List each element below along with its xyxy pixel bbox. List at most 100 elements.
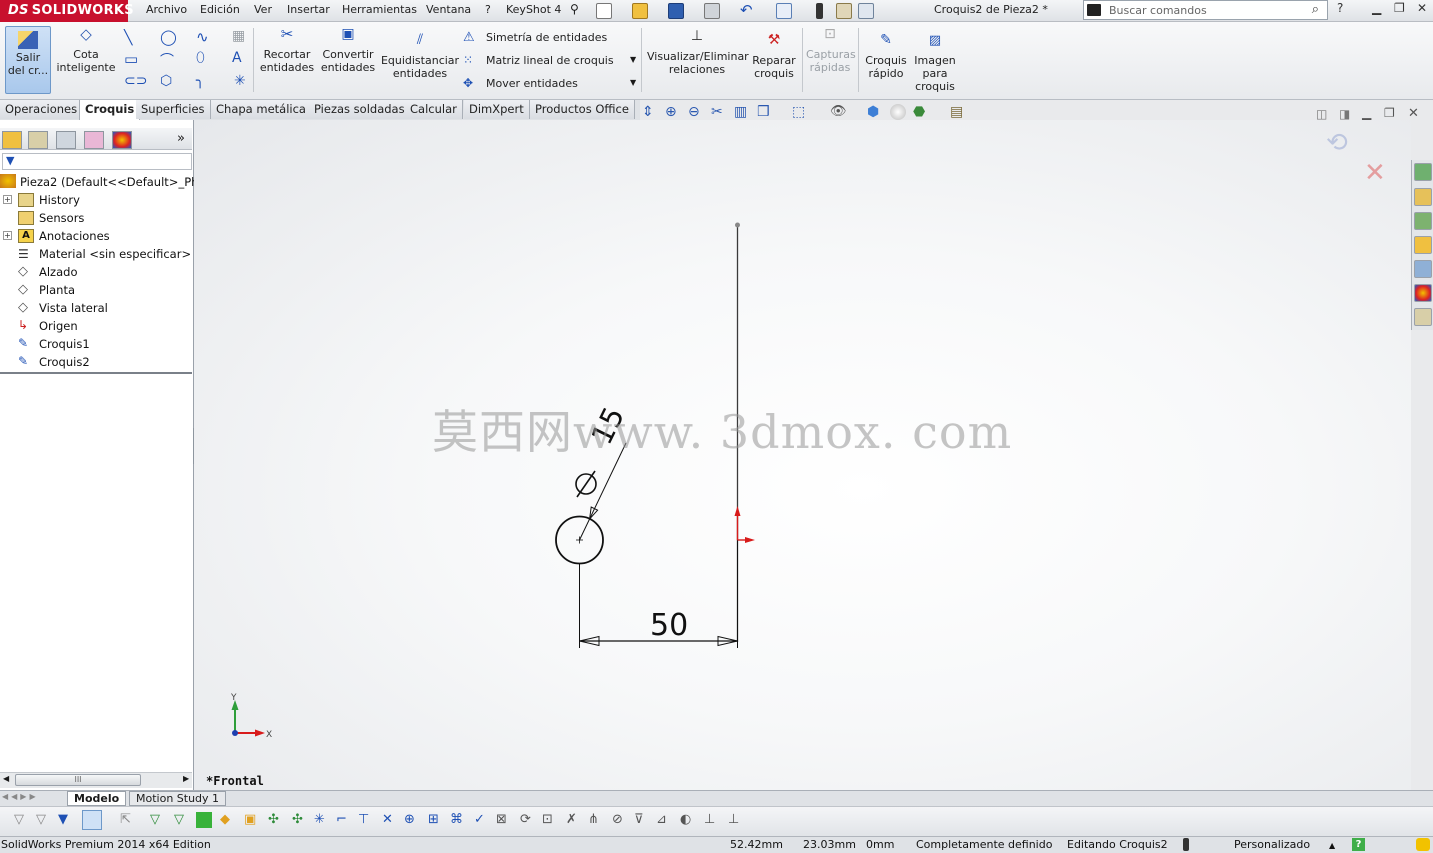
solidworks-resources-icon[interactable]	[1414, 163, 1432, 181]
filter-planes-icon[interactable]: ✣	[292, 812, 308, 828]
property-manager-tab-icon[interactable]	[28, 131, 48, 149]
move-dropdown-icon[interactable]: ▼	[630, 78, 636, 87]
file-explorer-icon[interactable]	[1414, 212, 1432, 230]
filter-toggle-icon[interactable]: ▽	[14, 812, 30, 828]
viewport-minimize-icon[interactable]: ▁	[1362, 106, 1371, 120]
rapid-sketch-button[interactable]: ✎ Croquis rápido	[862, 33, 910, 90]
design-library-icon[interactable]	[1414, 188, 1432, 206]
tree-item-origin[interactable]: ↳ Origen	[0, 317, 192, 335]
notification-icon[interactable]	[1416, 838, 1430, 851]
tree-item-right-plane[interactable]: ◇ Vista lateral	[0, 299, 192, 317]
tree-filter-input[interactable]	[2, 153, 192, 170]
filter-surface-bodies-icon[interactable]: ◆	[220, 812, 236, 828]
tree-item-sketch1[interactable]: ✎ Croquis1	[0, 335, 192, 353]
new-document-icon[interactable]	[596, 3, 612, 19]
filter-surface-finish-icon[interactable]: ⌘	[450, 812, 466, 828]
line-tool-icon[interactable]: ╲	[124, 30, 132, 46]
filter-sketch-points-icon[interactable]: ✳	[314, 812, 330, 828]
configuration-manager-tab-icon[interactable]	[56, 131, 76, 149]
filter-solid-bodies-icon[interactable]: ▣	[244, 812, 260, 828]
rebuild-traffic-light-icon[interactable]	[816, 3, 823, 19]
filter-connection-points-icon[interactable]: ⊿	[656, 812, 672, 828]
dimxpert-manager-tab-icon[interactable]	[84, 131, 104, 149]
filter-lock-icon[interactable]: ⇱	[120, 812, 136, 828]
rebuild-status-icon[interactable]	[1183, 838, 1189, 851]
pattern-dropdown-icon[interactable]: ▼	[630, 55, 636, 64]
spline-tool-icon[interactable]: ∿	[196, 28, 209, 46]
tab-calcular[interactable]: Calcular	[405, 100, 463, 119]
quick-snaps-button[interactable]: ⊡ Capturas rápidas	[806, 27, 856, 92]
arc-tool-icon[interactable]: ⌒	[160, 50, 174, 70]
filter-midpoints-icon[interactable]: ⊤	[358, 812, 374, 828]
exit-sketch-button[interactable]: Salir del cr...	[5, 26, 51, 94]
linear-dimension-value[interactable]: 50	[650, 608, 688, 643]
save-icon[interactable]	[668, 3, 684, 19]
filter-datum-targets-icon[interactable]: ✗	[566, 812, 582, 828]
select-pointer-button[interactable]	[82, 810, 102, 830]
unit-system-selector[interactable]: Personalizado	[1234, 838, 1310, 851]
scroll-right-icon[interactable]: ▶	[183, 774, 189, 783]
options-icon[interactable]	[858, 3, 874, 19]
menu-archivo[interactable]: Archivo	[146, 3, 187, 16]
construction-grid-icon[interactable]: ▦	[232, 28, 245, 44]
filter-cosmetic-threads-icon[interactable]: ⋔	[588, 812, 604, 828]
tab-modelo[interactable]: Modelo	[67, 791, 127, 806]
filter-clear-icon[interactable]: ▽	[36, 812, 52, 828]
filter-select-all-icon[interactable]: ▼	[58, 812, 74, 828]
sketch-picture-button[interactable]: ▨ Imagen para croquis	[912, 34, 958, 96]
menu-edicion[interactable]: Edición	[200, 3, 240, 16]
zoom-to-area-icon[interactable]: ⊕	[665, 104, 683, 120]
tree-item-sketch2[interactable]: ✎ Croquis2	[0, 353, 192, 371]
filter-balloons-icon[interactable]: ⟳	[520, 812, 536, 828]
menu-insertar[interactable]: Insertar	[287, 3, 330, 16]
folder-icon[interactable]	[1414, 236, 1432, 254]
filter-center-marks-icon[interactable]: ✕	[382, 812, 398, 828]
filter-dowel-pins-icon[interactable]: ⊽	[634, 812, 650, 828]
viewport-link-icon[interactable]: ◨	[1339, 107, 1350, 121]
tab-motion-study-1[interactable]: Motion Study 1	[129, 791, 227, 806]
offset-entities-button[interactable]: ⫽ Equidistanciar entidades	[380, 33, 460, 90]
pin-icon[interactable]: ⚲	[570, 2, 579, 16]
feature-manager-tab-icon[interactable]	[2, 131, 22, 149]
menu-herramientas[interactable]: Herramientas	[342, 3, 417, 16]
solidworks-logo[interactable]: DS SOLIDWORKS	[0, 0, 134, 22]
hide-show-items-icon[interactable]: 👁	[830, 104, 848, 120]
minimize-window-button[interactable]: ▁	[1372, 1, 1381, 15]
units-dropdown-icon[interactable]: ▲	[1329, 841, 1335, 850]
convert-entities-button[interactable]: ▣ Convertir entidades	[318, 27, 378, 92]
restore-window-button[interactable]: ❐	[1394, 1, 1405, 15]
viewport-restore-icon[interactable]: ❐	[1384, 106, 1395, 120]
tree-root-part[interactable]: Pieza2 (Default<<Default>_Phot	[0, 173, 210, 191]
text-tool-icon[interactable]: A	[232, 50, 242, 66]
linear-sketch-pattern-button[interactable]: Matriz lineal de croquis	[486, 54, 614, 67]
tree-item-sensors[interactable]: Sensors	[0, 209, 192, 227]
display-delete-relations-button[interactable]: ⊥ Visualizar/Eliminar relaciones	[647, 29, 749, 92]
smart-dimension-button[interactable]: ◇ Cota inteligente	[55, 27, 117, 92]
tree-item-front-plane[interactable]: ◇ Alzado	[0, 263, 192, 281]
tab-chapa-metalica[interactable]: Chapa metálica	[211, 100, 312, 119]
expand-panel-icon[interactable]: »	[177, 131, 185, 146]
tab-scroll-arrows-icon[interactable]: ◀◀▶▶	[2, 792, 39, 801]
filter-dimensions-icon[interactable]: ⊞	[428, 812, 444, 828]
realview-icon[interactable]: ▤	[950, 104, 968, 120]
tab-croquis[interactable]: Croquis	[79, 100, 141, 120]
mirror-entities-button[interactable]: Simetría de entidades	[486, 31, 607, 44]
tab-operaciones[interactable]: Operaciones	[0, 100, 84, 119]
fillet-tool-icon[interactable]: ╮	[196, 73, 204, 89]
close-window-button[interactable]: ✕	[1417, 1, 1427, 15]
rectangle-tool-icon[interactable]: ▭	[124, 50, 138, 68]
move-entities-button[interactable]: Mover entidades	[486, 77, 578, 90]
view-palette-icon[interactable]	[1414, 260, 1432, 278]
view-orientation-icon[interactable]: ❒	[757, 104, 775, 120]
menu-keyshot[interactable]: KeyShot 4	[506, 3, 561, 16]
filter-weld-symbols-icon[interactable]: ⊡	[542, 812, 558, 828]
circle-tool-icon[interactable]: ◯	[160, 28, 177, 46]
tree-item-annotations[interactable]: + A Anotaciones	[0, 227, 192, 245]
display-style-icon[interactable]: ⬚	[792, 104, 810, 120]
filter-vertices-icon[interactable]: ▽	[150, 812, 166, 828]
expand-icon[interactable]: +	[3, 195, 12, 204]
point-tool-icon[interactable]: ✳	[234, 73, 246, 89]
scrollbar-thumb[interactable]: III	[15, 774, 141, 786]
polygon-tool-icon[interactable]: ⬡	[160, 73, 172, 89]
menu-help[interactable]: ?	[485, 3, 491, 16]
